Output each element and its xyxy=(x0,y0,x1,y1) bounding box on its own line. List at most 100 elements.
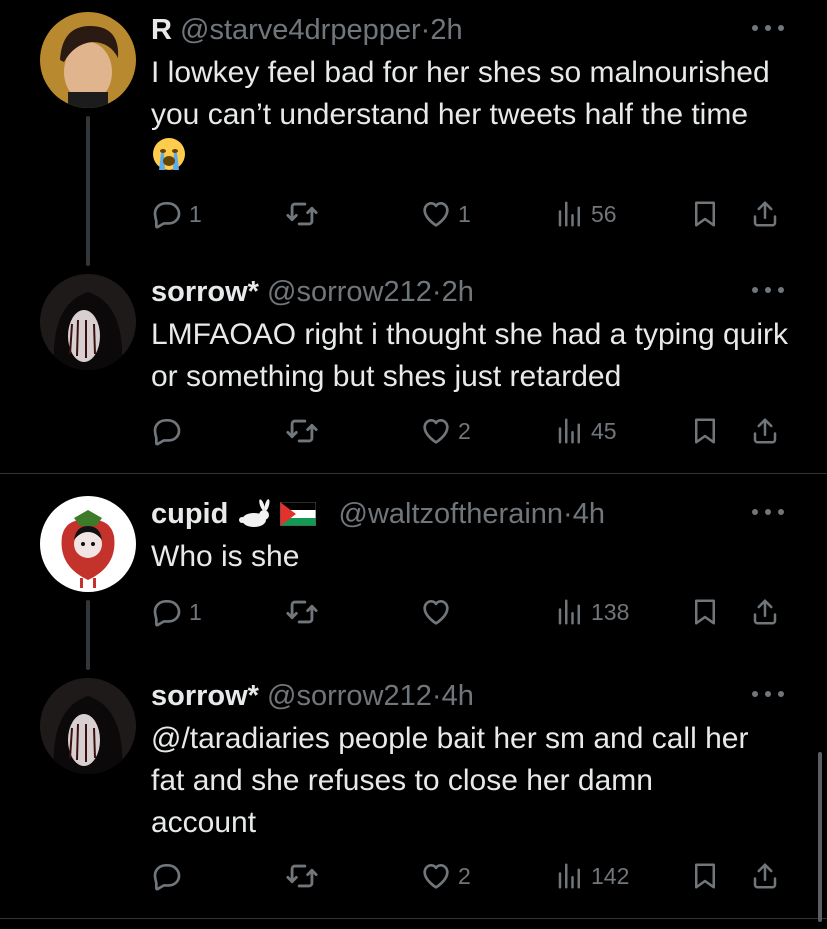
tweet-header: sorrow* @sorrow212·4h xyxy=(151,678,474,714)
share-button[interactable] xyxy=(750,856,780,896)
separator-dot: · xyxy=(563,498,573,530)
views-icon xyxy=(555,597,585,627)
handle[interactable]: @sorrow212 xyxy=(267,276,432,308)
handle[interactable]: @waltzoftherainn xyxy=(339,498,564,530)
action-bar: 1 138 xyxy=(0,592,827,632)
like-button[interactable]: 1 xyxy=(420,194,471,234)
bottom-divider xyxy=(0,918,827,919)
palestine-flag-icon xyxy=(279,501,317,527)
timestamp[interactable]: 2h xyxy=(430,14,462,46)
heart-icon xyxy=(420,596,452,628)
display-name[interactable]: cupid xyxy=(151,498,228,530)
bookmark-icon xyxy=(690,199,720,229)
like-button[interactable] xyxy=(420,592,458,632)
handle[interactable]: @sorrow212 xyxy=(267,680,432,712)
share-icon xyxy=(750,861,780,891)
rabbit-icon xyxy=(239,499,270,527)
separator-dot: · xyxy=(431,680,442,712)
share-icon xyxy=(750,597,780,627)
share-button[interactable] xyxy=(750,411,780,451)
bookmark-button[interactable] xyxy=(690,194,720,234)
views-button[interactable]: 138 xyxy=(555,592,629,632)
repost-icon xyxy=(285,595,319,629)
like-count: 1 xyxy=(458,200,471,227)
views-button[interactable]: 56 xyxy=(555,194,617,234)
reply-button[interactable] xyxy=(151,856,189,896)
bookmark-button[interactable] xyxy=(690,592,720,632)
tweet-text: LMFAOAO right i thought she had a typing… xyxy=(151,318,789,393)
scrollbar[interactable] xyxy=(818,752,822,922)
more-icon[interactable] xyxy=(752,22,786,34)
bookmark-button[interactable] xyxy=(690,856,720,896)
view-count: 142 xyxy=(591,862,630,889)
views-icon xyxy=(555,416,585,446)
bookmark-icon xyxy=(690,597,720,627)
like-count: 2 xyxy=(458,862,471,889)
repost-button[interactable] xyxy=(285,592,325,632)
reply-icon xyxy=(151,415,183,447)
bookmark-icon xyxy=(690,861,720,891)
views-icon xyxy=(555,199,585,229)
avatar[interactable] xyxy=(40,12,136,108)
like-button[interactable]: 2 xyxy=(420,411,471,451)
display-name[interactable]: sorrow* xyxy=(151,276,259,308)
timestamp[interactable]: 4h xyxy=(573,498,605,530)
action-bar: 1 1 56 xyxy=(0,194,827,234)
view-count: 138 xyxy=(591,598,630,625)
tweet-header: sorrow* @sorrow212·2h xyxy=(151,274,474,310)
avatar[interactable] xyxy=(40,496,136,592)
conversation-divider xyxy=(0,473,827,474)
action-bar: 2 142 xyxy=(0,856,827,896)
display-name[interactable]: R xyxy=(151,14,172,46)
repost-button[interactable] xyxy=(285,856,325,896)
tweet-text: I lowkey feel bad for her shes so malnou… xyxy=(151,52,791,178)
views-button[interactable]: 142 xyxy=(555,856,629,896)
avatar[interactable] xyxy=(40,274,136,370)
like-button[interactable]: 2 xyxy=(420,856,471,896)
more-icon[interactable] xyxy=(752,506,786,518)
action-bar: 2 45 xyxy=(0,411,827,451)
bookmark-button[interactable] xyxy=(690,411,720,451)
tweet-text: @/taradiaries people bait her sm and cal… xyxy=(151,722,749,839)
handle[interactable]: @starve4drpepper xyxy=(180,14,421,46)
share-button[interactable] xyxy=(750,592,780,632)
tweet-text: Who is she xyxy=(151,540,300,573)
timestamp[interactable]: 4h xyxy=(442,680,474,712)
like-count: 2 xyxy=(458,417,471,444)
reply-count: 1 xyxy=(189,598,202,625)
share-icon xyxy=(750,199,780,229)
tweet-header: cupid @waltzoftherainn·4h xyxy=(151,496,605,532)
reply-icon xyxy=(151,198,183,230)
view-count: 45 xyxy=(591,417,617,444)
share-icon xyxy=(750,416,780,446)
view-count: 56 xyxy=(591,200,617,227)
repost-icon xyxy=(285,414,319,448)
reply-button[interactable]: 1 xyxy=(151,592,202,632)
views-icon xyxy=(555,861,585,891)
timestamp[interactable]: 2h xyxy=(442,276,474,308)
display-name[interactable]: sorrow* xyxy=(151,680,259,712)
separator-dot: · xyxy=(420,14,431,46)
heart-icon xyxy=(420,860,452,892)
reply-button[interactable]: 1 xyxy=(151,194,202,234)
more-icon[interactable] xyxy=(752,284,786,296)
share-button[interactable] xyxy=(750,194,780,234)
views-button[interactable]: 45 xyxy=(555,411,617,451)
more-icon[interactable] xyxy=(752,688,786,700)
repost-button[interactable] xyxy=(285,411,325,451)
reply-count: 1 xyxy=(189,200,202,227)
repost-button[interactable] xyxy=(285,194,325,234)
tweet-text-content: I lowkey feel bad for her shes so malnou… xyxy=(151,56,770,131)
loudly-crying-face-icon xyxy=(153,138,185,170)
separator-dot: · xyxy=(431,276,442,308)
reply-icon xyxy=(151,860,183,892)
repost-icon xyxy=(285,859,319,893)
heart-icon xyxy=(420,415,452,447)
repost-icon xyxy=(285,197,319,231)
avatar[interactable] xyxy=(40,678,136,774)
thread-line xyxy=(86,116,90,266)
heart-icon xyxy=(420,198,452,230)
reply-icon xyxy=(151,596,183,628)
reply-button[interactable] xyxy=(151,411,189,451)
bookmark-icon xyxy=(690,416,720,446)
